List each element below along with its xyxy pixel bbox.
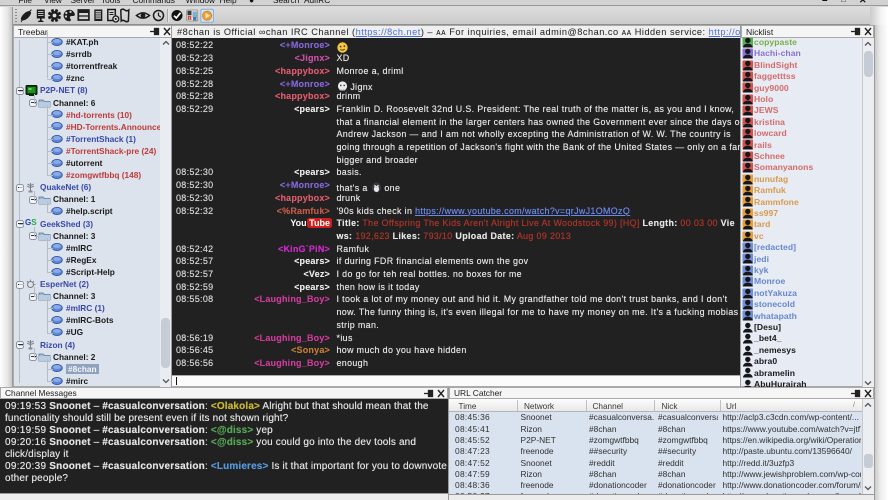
svg-text:1: 1: [189, 17, 191, 21]
